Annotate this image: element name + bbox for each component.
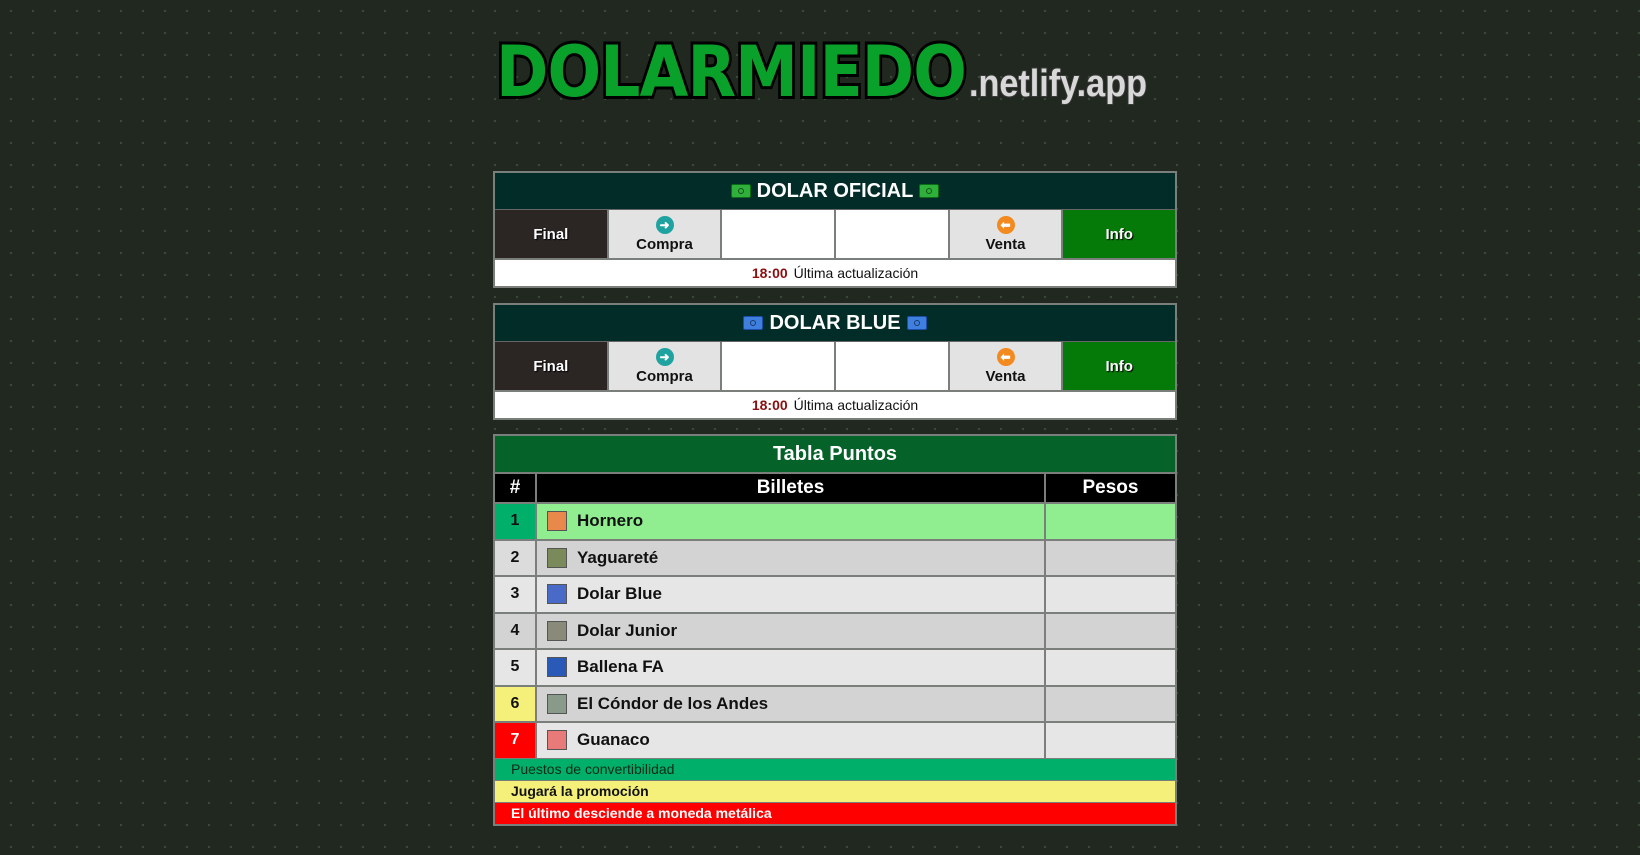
rank-cell: 7 xyxy=(495,723,537,758)
billete-name: Dolar Blue xyxy=(577,584,663,604)
table-row: 3 Dolar Blue xyxy=(495,575,1175,612)
guanaco-bill-icon xyxy=(547,730,567,751)
arrow-left-icon: ⬅ xyxy=(996,215,1015,234)
table-row: 6 El Cóndor de los Andes xyxy=(495,684,1175,721)
venta-value xyxy=(836,210,950,258)
pesos-cell xyxy=(1046,577,1175,612)
billete-cell: Hornero xyxy=(537,504,1046,539)
points-table: Tabla Puntos # Billetes Pesos 1 Hornero 2 Y… xyxy=(493,434,1177,826)
pesos-header: Pesos xyxy=(1082,477,1139,498)
venta-label: Venta xyxy=(985,367,1026,385)
billete-cell: Ballena FA xyxy=(537,650,1046,685)
rank-cell: 6 xyxy=(495,686,537,721)
dolar-junior-bill-icon xyxy=(547,620,567,641)
final-label: Final xyxy=(495,210,609,258)
dolar-blue-panel: DOLAR BLUE Final ➜ Compra ⬅ Venta Info 1… xyxy=(493,303,1177,420)
green-bill-icon xyxy=(730,184,751,198)
table-row: 2 Yaguareté xyxy=(495,538,1175,575)
rank-cell: 1 xyxy=(495,504,537,539)
dolar-oficial-header: DOLAR OFICIAL xyxy=(495,173,1175,210)
site-logo: DOLARMIEDO .netlify.app xyxy=(494,34,1148,110)
dolar-oficial-title: DOLAR OFICIAL xyxy=(756,179,914,202)
compra-label: Compra xyxy=(636,367,693,385)
arrow-right-icon: ➜ xyxy=(655,347,674,366)
billete-cell: Dolar Blue xyxy=(537,577,1046,612)
table-row: 5 Ballena FA xyxy=(495,648,1175,685)
update-time: 18:00 xyxy=(751,265,788,281)
venta-label: Venta xyxy=(985,235,1026,253)
billetes-header: Billetes xyxy=(537,474,1046,502)
billete-cell: Yaguareté xyxy=(537,540,1046,575)
billete-name: Hornero xyxy=(577,511,644,531)
update-label: Última actualización xyxy=(793,397,919,413)
hornero-bill-icon xyxy=(547,511,567,532)
dolar-blue-title: DOLAR BLUE xyxy=(769,311,901,334)
logo-main-text: DOLARMIEDO xyxy=(496,34,966,110)
dolar-oficial-panel: DOLAR OFICIAL Final ➜ Compra ⬅ Venta Inf… xyxy=(493,171,1177,288)
info-button[interactable]: Info xyxy=(1063,342,1176,390)
legend-convertibility: Puestos de convertibilidad xyxy=(495,757,1175,780)
billete-name: Guanaco xyxy=(577,730,650,750)
billete-name: Dolar Junior xyxy=(577,620,678,640)
pesos-cell xyxy=(1046,650,1175,685)
pesos-cell xyxy=(1046,686,1175,721)
compra-value xyxy=(722,210,837,258)
venta-value xyxy=(836,342,950,390)
condor-bill-icon xyxy=(547,693,567,714)
table-row: 1 Hornero xyxy=(495,502,1175,539)
green-bill-icon xyxy=(919,184,940,198)
update-time: 18:00 xyxy=(751,397,788,413)
final-label: Final xyxy=(495,342,609,390)
compra-label: Compra xyxy=(636,235,693,253)
rank-header: # xyxy=(495,474,537,502)
billete-name: El Cóndor de los Andes xyxy=(577,693,769,713)
billete-cell: Dolar Junior xyxy=(537,613,1046,648)
billete-name: Ballena FA xyxy=(577,657,664,677)
dolar-oficial-quotes: Final ➜ Compra ⬅ Venta Info xyxy=(495,210,1176,258)
dolar-blue-header: DOLAR BLUE xyxy=(495,305,1175,342)
pesos-cell xyxy=(1046,540,1175,575)
arrow-left-icon: ⬅ xyxy=(996,347,1015,366)
pesos-cell xyxy=(1046,723,1175,758)
pesos-cell xyxy=(1046,504,1175,539)
pesos-cell xyxy=(1046,613,1175,648)
last-update: 18:00 Última actualización xyxy=(495,390,1175,418)
ballena-bill-icon xyxy=(547,657,567,678)
logo-suffix-text: .netlify.app xyxy=(969,63,1147,105)
rank-cell: 2 xyxy=(495,540,537,575)
compra-cell: ➜ Compra xyxy=(608,342,723,390)
yaguarete-bill-icon xyxy=(547,547,567,568)
legend-promotion: Jugará la promoción xyxy=(495,779,1175,802)
rank-cell: 5 xyxy=(495,650,537,685)
arrow-right-icon: ➜ xyxy=(655,215,674,234)
last-update: 18:00 Última actualización xyxy=(495,258,1175,286)
dolar-blue-bill-icon xyxy=(547,584,567,605)
table-title: Tabla Puntos xyxy=(495,436,1175,474)
update-label: Última actualización xyxy=(793,265,919,281)
table-body: 1 Hornero 2 Yaguareté 3 Dolar Blue 4 Dolar Juni… xyxy=(495,502,1175,758)
table-header: # Billetes Pesos xyxy=(495,474,1175,502)
venta-cell: ⬅ Venta xyxy=(949,210,1064,258)
table-row: 7 Guanaco xyxy=(495,721,1175,758)
compra-value xyxy=(722,342,837,390)
table-row: 4 Dolar Junior xyxy=(495,611,1175,648)
blue-bill-icon xyxy=(906,316,927,330)
venta-cell: ⬅ Venta xyxy=(949,342,1064,390)
compra-cell: ➜ Compra xyxy=(608,210,723,258)
billete-cell: El Cóndor de los Andes xyxy=(537,686,1046,721)
billete-cell: Guanaco xyxy=(537,723,1046,758)
billete-name: Yaguareté xyxy=(577,547,659,567)
legend-descend: El último desciende a moneda metálica xyxy=(495,801,1175,824)
info-button[interactable]: Info xyxy=(1063,210,1176,258)
rank-cell: 3 xyxy=(495,577,537,612)
rank-cell: 4 xyxy=(495,613,537,648)
blue-bill-icon xyxy=(743,316,764,330)
dolar-blue-quotes: Final ➜ Compra ⬅ Venta Info xyxy=(495,342,1176,390)
